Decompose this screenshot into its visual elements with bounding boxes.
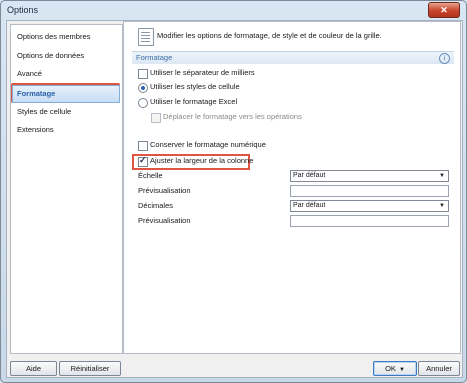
sidebar-item-cell-styles[interactable]: Styles de cellule [13, 104, 121, 120]
thousands-separator-checkbox[interactable] [138, 69, 148, 79]
cancel-button[interactable]: Annuler [418, 361, 460, 376]
close-button[interactable]: ✕ [428, 2, 460, 18]
thousands-separator-label: Utiliser le séparateur de milliers [150, 68, 255, 77]
cell-styles-label: Utiliser les styles de cellule [150, 82, 240, 91]
info-icon[interactable]: i [439, 53, 450, 64]
decimals-label: Décimales [138, 201, 174, 210]
sidebar-item-data-options[interactable]: Options de données [13, 48, 121, 64]
scale-value: Par défaut [293, 172, 326, 179]
close-icon: ✕ [440, 5, 448, 15]
cancel-label: Annuler [426, 364, 452, 373]
title-bar[interactable]: Options ✕ [1, 1, 466, 21]
decimals-select[interactable]: Par défaut ▼ [290, 200, 449, 212]
sidebar-item-member-options[interactable]: Options des membres [13, 29, 121, 45]
section-header: Formatage i [132, 51, 454, 64]
sidebar-item-advanced[interactable]: Avancé [13, 66, 121, 82]
help-button[interactable]: Aide [10, 361, 57, 376]
sidebar-item-extensions[interactable]: Extensions [13, 122, 121, 138]
adjust-width-label: Ajuster la largeur de la colonne [150, 156, 254, 165]
keep-numeric-checkbox[interactable] [138, 141, 148, 151]
scale-select[interactable]: Par défaut ▼ [290, 170, 449, 182]
chevron-down-icon: ▼ [439, 203, 445, 209]
keep-numeric-label: Conserver le formatage numérique [150, 140, 266, 149]
chevron-down-icon: ▼ [398, 367, 405, 373]
ok-button[interactable]: OK ▼ [373, 361, 417, 376]
ok-label: OK [385, 364, 396, 373]
preview-decimals-field [290, 215, 449, 227]
chevron-down-icon: ▼ [439, 173, 445, 179]
sidebar: Options des membres Options de données A… [10, 24, 123, 354]
section-title: Formatage [136, 53, 173, 62]
excel-format-label: Utiliser le formatage Excel [150, 97, 238, 106]
content-panel: Modifier les options de formatage, de st… [123, 21, 461, 354]
adjust-width-checkbox[interactable] [138, 155, 148, 167]
help-label: Aide [25, 364, 41, 373]
reset-label: Réinitialiser [70, 364, 110, 373]
cell-styles-radio[interactable] [138, 83, 148, 93]
dialog-client: Options des membres Options de données A… [6, 20, 463, 378]
reset-button[interactable]: Réinitialiser [59, 361, 121, 376]
scale-label: Échelle [138, 171, 163, 180]
move-format-checkbox[interactable] [151, 113, 161, 123]
options-dialog: Options ✕ Options des membres Options de… [0, 0, 467, 383]
sidebar-item-formatting[interactable]: Formatage [12, 85, 120, 103]
decimals-value: Par défaut [293, 202, 326, 209]
preview-scale-field [290, 185, 449, 197]
document-icon [138, 28, 154, 46]
preview-scale-label: Prévisualisation [138, 186, 191, 195]
window-title: Options [7, 5, 39, 15]
preview-decimals-label: Prévisualisation [138, 216, 191, 225]
excel-format-radio[interactable] [138, 98, 148, 108]
page-description: Modifier les options de formatage, de st… [157, 31, 382, 40]
move-format-label: Déplacer le formatage vers les opération… [163, 112, 302, 121]
